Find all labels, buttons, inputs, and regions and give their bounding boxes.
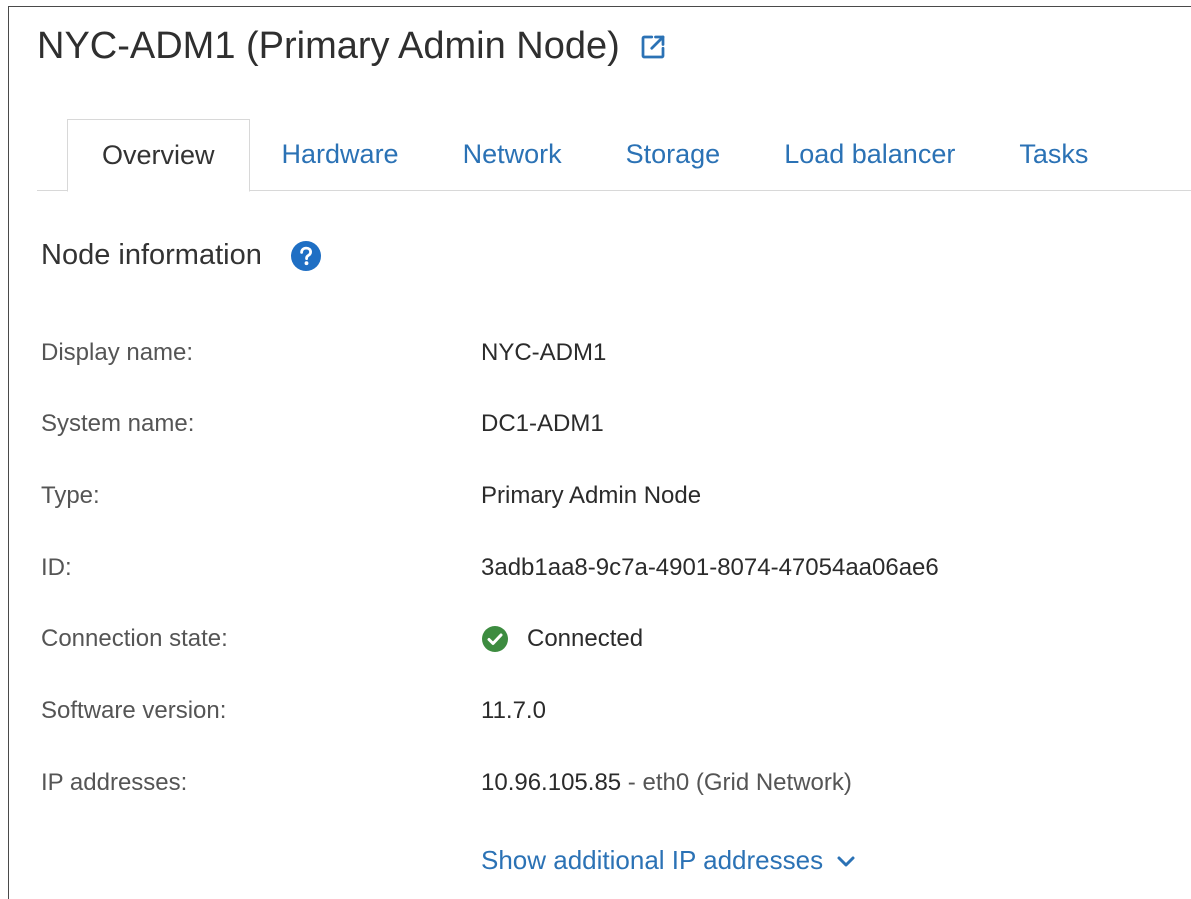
- ip-addresses-value: 10.96.105.85 - eth0 (Grid Network): [481, 769, 852, 797]
- tab-hardware[interactable]: Hardware: [250, 119, 431, 190]
- connection-state-value: Connected: [481, 625, 643, 653]
- check-circle-icon: [481, 625, 509, 653]
- external-link-icon[interactable]: [638, 32, 668, 62]
- id-value: 3adb1aa8-9c7a-4901-8074-47054aa06ae6: [481, 554, 939, 581]
- id-label: ID:: [41, 554, 72, 581]
- chevron-down-icon: [835, 850, 857, 872]
- ip-interface: - eth0 (Grid Network): [621, 769, 852, 796]
- info-row-connection-state: Connection state: Connected: [41, 619, 643, 659]
- page-title-text: NYC-ADM1 (Primary Admin Node): [37, 25, 620, 67]
- ip-addresses-label: IP addresses:: [41, 769, 188, 796]
- tab-tasks[interactable]: Tasks: [987, 119, 1120, 190]
- page-frame: NYC-ADM1 (Primary Admin Node) Overview H…: [8, 6, 1191, 899]
- display-name-value: NYC-ADM1: [481, 339, 607, 366]
- connection-state-label: Connection state:: [41, 625, 228, 652]
- info-row-display-name: Display name: NYC-ADM1: [41, 333, 606, 373]
- info-row-software-version: Software version: 11.7.0: [41, 691, 546, 731]
- tab-storage[interactable]: Storage: [594, 119, 753, 190]
- section-title: Node information: [41, 239, 322, 272]
- connection-state-text: Connected: [527, 625, 644, 652]
- type-label: Type:: [41, 482, 100, 509]
- tab-load-balancer[interactable]: Load balancer: [752, 119, 987, 190]
- info-row-type: Type: Primary Admin Node: [41, 476, 701, 516]
- show-additional-ip-link[interactable]: Show additional IP addresses: [481, 845, 857, 876]
- software-version-value: 11.7.0: [481, 697, 546, 724]
- software-version-label: Software version:: [41, 697, 227, 724]
- system-name-value: DC1-ADM1: [481, 410, 604, 437]
- help-circle-icon[interactable]: [290, 240, 322, 272]
- page-title: NYC-ADM1 (Primary Admin Node): [37, 25, 668, 68]
- info-row-ip-addresses: IP addresses: 10.96.105.85 - eth0 (Grid …: [41, 763, 852, 803]
- ip-address: 10.96.105.85: [481, 769, 622, 796]
- display-name-label: Display name:: [41, 339, 194, 366]
- section-title-text: Node information: [41, 239, 262, 271]
- show-additional-ip-label: Show additional IP addresses: [481, 845, 824, 875]
- system-name-label: System name:: [41, 410, 195, 437]
- info-row-system-name: System name: DC1-ADM1: [41, 404, 604, 444]
- type-value: Primary Admin Node: [481, 482, 702, 509]
- tab-overview[interactable]: Overview: [67, 119, 250, 192]
- info-row-id: ID: 3adb1aa8-9c7a-4901-8074-47054aa06ae6: [41, 548, 939, 588]
- tab-network[interactable]: Network: [431, 119, 594, 190]
- tab-bar: Overview Hardware Network Storage Load b…: [37, 119, 1191, 192]
